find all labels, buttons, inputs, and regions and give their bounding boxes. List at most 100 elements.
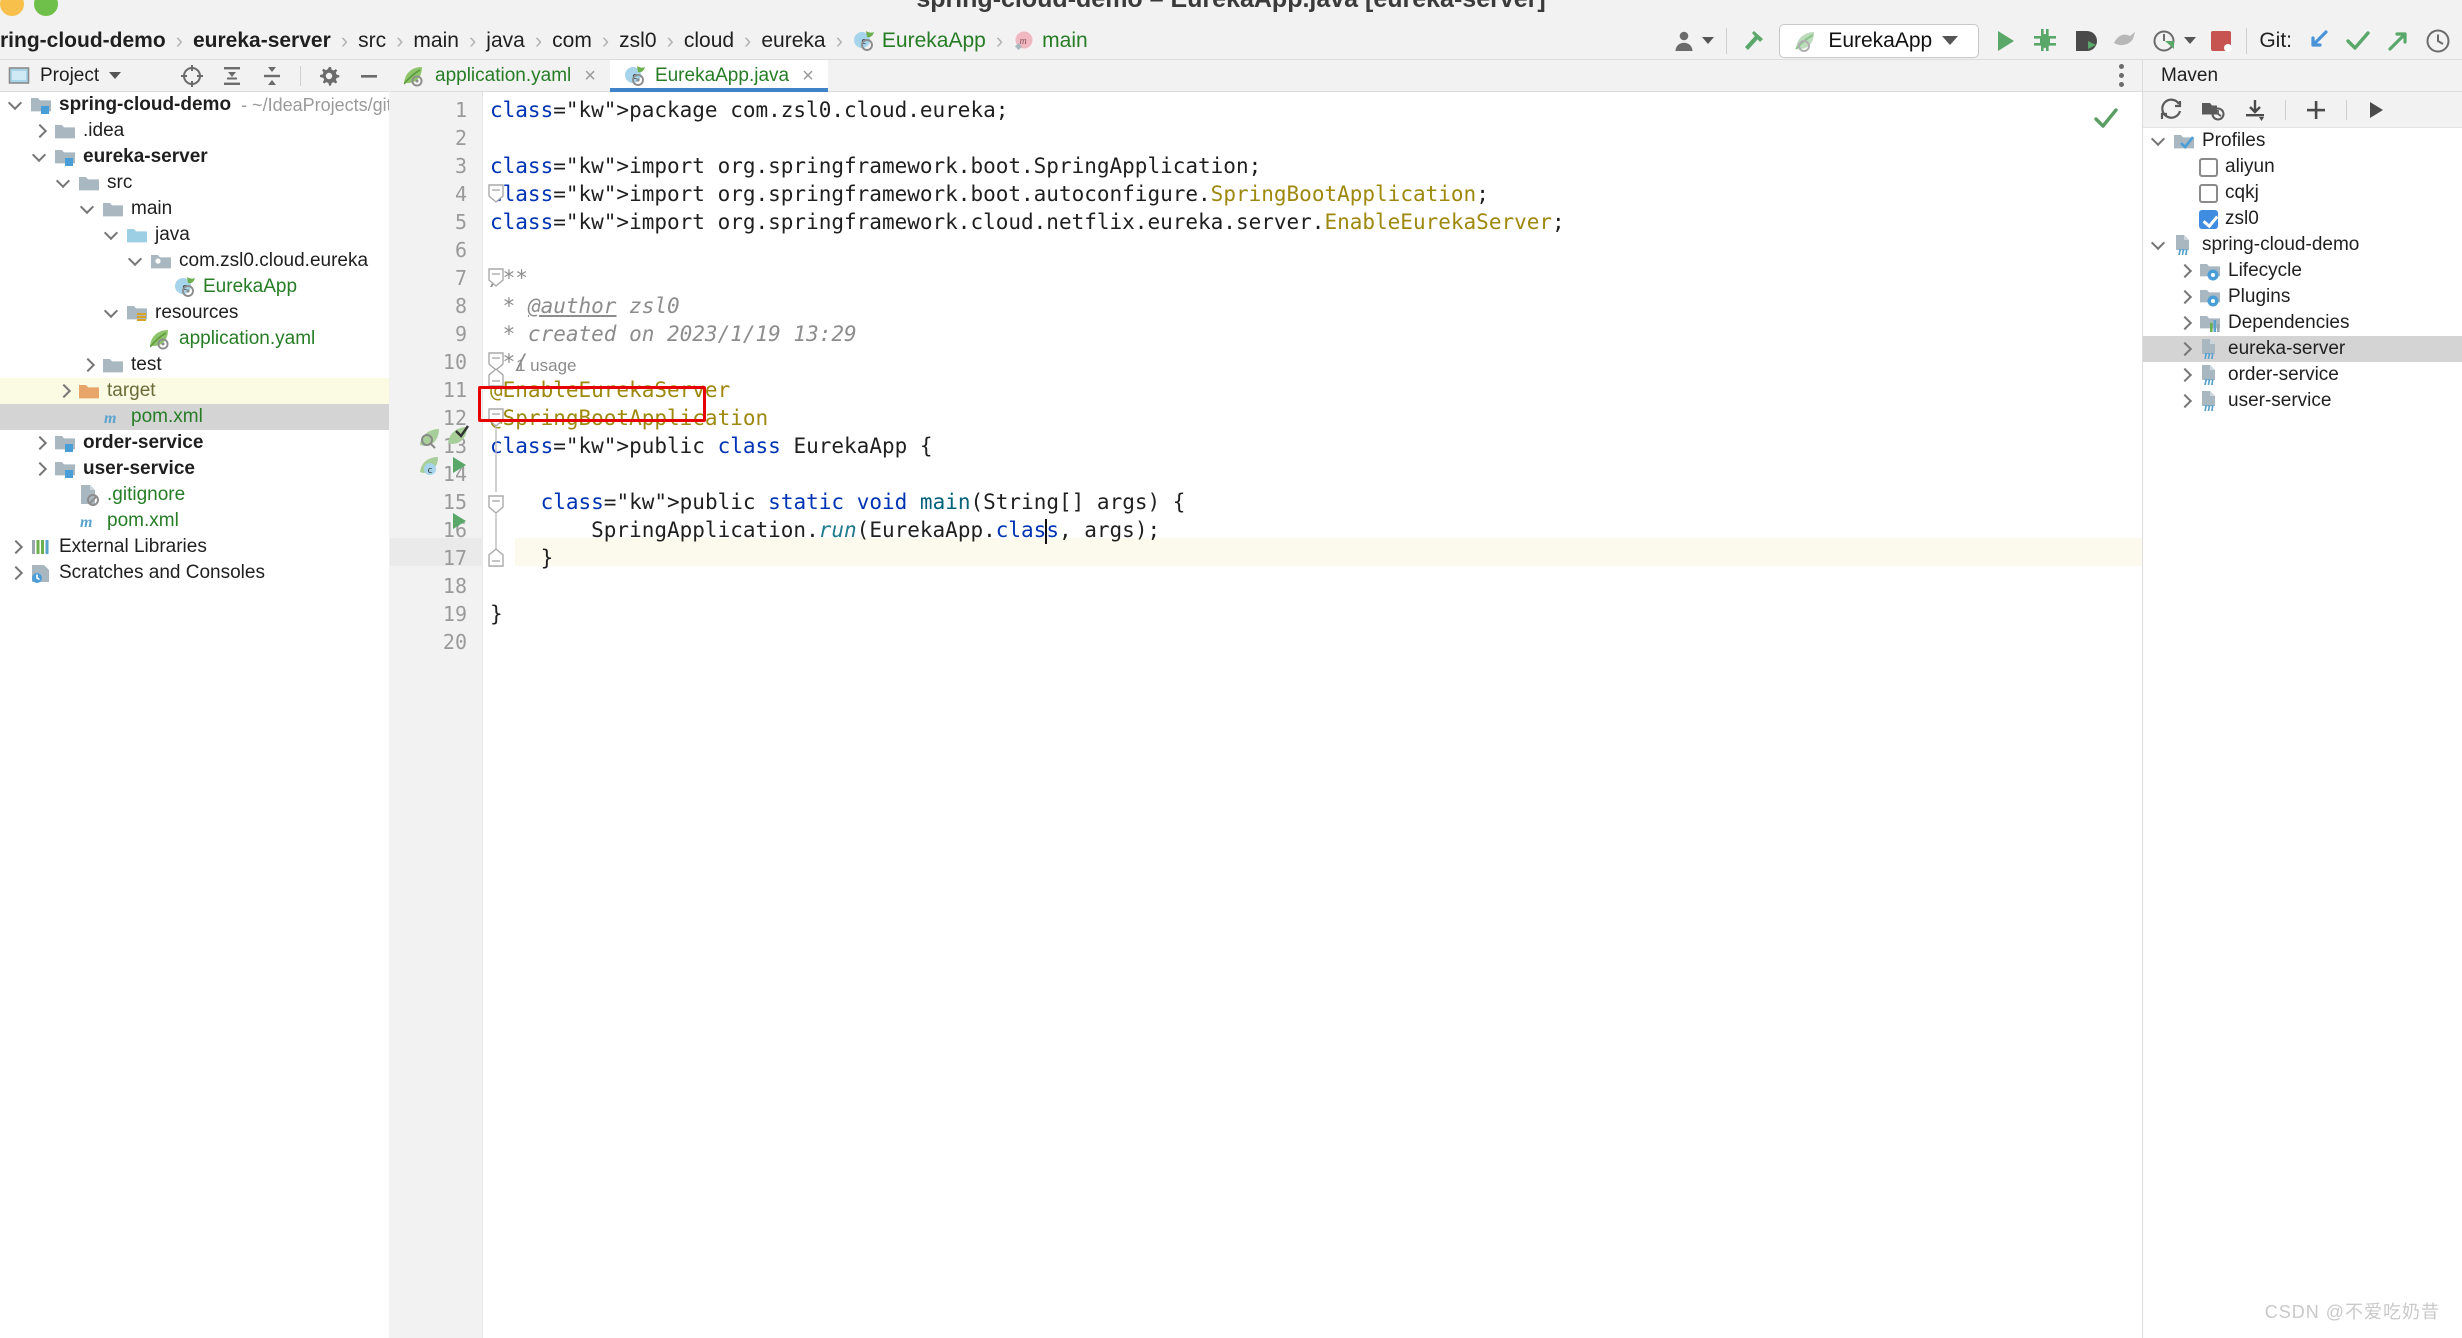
close-icon[interactable]: × <box>584 66 596 86</box>
chevron-down-icon[interactable] <box>80 201 96 217</box>
tree-node-order-service[interactable]: order-service <box>0 430 389 456</box>
code-line[interactable]: class="kw">import org.springframework.bo… <box>490 154 1261 178</box>
breadcrumb-item-com[interactable]: com <box>552 29 592 53</box>
breadcrumb-item-eureka-server[interactable]: eureka-server <box>193 29 331 53</box>
breadcrumb-item-ring-cloud-demo[interactable]: ring-cloud-demo <box>0 29 166 53</box>
tree-node-eurekaapp[interactable]: c EurekaApp <box>0 274 389 300</box>
maven-tree[interactable]: Profiles aliyun cqkj zsl0 m spring-cloud-demo… <box>2143 128 2462 1338</box>
code-line[interactable]: class="kw">public static void main(Strin… <box>490 490 1186 514</box>
chevron-down-icon[interactable] <box>128 253 144 269</box>
breadcrumb-item-cloud[interactable]: cloud <box>684 29 734 53</box>
tree-node-.idea[interactable]: .idea <box>0 118 389 144</box>
profile-checkbox[interactable] <box>2199 183 2218 203</box>
tree-node-application.yaml[interactable]: application.yaml <box>0 326 389 352</box>
code-line[interactable]: * @author zsl0 <box>490 294 680 318</box>
maven-node-profiles[interactable]: Profiles <box>2143 128 2462 154</box>
maven-node-aliyun[interactable]: aliyun <box>2143 154 2462 180</box>
code-line[interactable]: SpringApplication.run(EurekaApp.class, a… <box>490 518 1160 542</box>
user-avatar-icon[interactable] <box>1672 29 1715 53</box>
code-editor[interactable]: 1 class="kw">package com.zsl0.cloud.eurek… <box>390 92 2142 1338</box>
tree-node-scratches-and-consoles[interactable]: Scratches and Consoles <box>0 560 389 586</box>
git-history-icon[interactable] <box>2424 27 2452 55</box>
chevron-down-icon[interactable] <box>2151 133 2167 149</box>
spring-config-check-icon[interactable] <box>446 424 470 448</box>
settings-gear-icon[interactable] <box>317 64 341 88</box>
maven-node-order-service[interactable]: m order-service <box>2143 362 2462 388</box>
run-configuration-selector[interactable]: EurekaApp <box>1779 23 1980 58</box>
breadcrumb-item-java[interactable]: java <box>486 29 525 53</box>
tree-node-spring-cloud-demo[interactable]: spring-cloud-demo - ~/IdeaProjects/gitPro <box>0 92 389 118</box>
code-line[interactable]: class="kw">public class EurekaApp { <box>490 434 933 458</box>
maven-node-lifecycle[interactable]: Lifecycle <box>2143 258 2462 284</box>
profile-checkbox[interactable] <box>2199 209 2218 229</box>
code-line[interactable]: class="kw">import org.springframework.bo… <box>490 182 1489 206</box>
chevron-right-icon[interactable] <box>8 565 24 581</box>
tree-node-external-libraries[interactable]: External Libraries <box>0 534 389 560</box>
run-button[interactable] <box>1991 27 2019 55</box>
maven-node-dependencies[interactable]: Dependencies <box>2143 310 2462 336</box>
chevron-down-icon[interactable] <box>1942 36 1959 45</box>
breadcrumb-item-zsl0[interactable]: zsl0 <box>619 29 656 53</box>
profile-checkbox[interactable] <box>2199 157 2218 177</box>
maven-node-plugins[interactable]: Plugins <box>2143 284 2462 310</box>
breadcrumb-item-src[interactable]: src <box>358 29 386 53</box>
breadcrumb-item-eureka[interactable]: eureka <box>761 29 825 53</box>
stop-button[interactable] <box>2208 28 2234 54</box>
select-opened-file-icon[interactable] <box>180 64 204 88</box>
editor-tabs-more-button[interactable] <box>2100 60 2142 91</box>
code-line[interactable]: class="kw">package com.zsl0.cloud.eureka… <box>490 98 1008 122</box>
code-line[interactable]: * created on 2023/1/19 13:29 <box>490 322 857 346</box>
tree-node-com.zsl0.cloud.eureka[interactable]: com.zsl0.cloud.eureka <box>0 248 389 274</box>
chevron-right-icon[interactable] <box>2177 341 2193 357</box>
hammer-build-icon[interactable] <box>1739 27 1767 55</box>
tree-node-resources[interactable]: resources <box>0 300 389 326</box>
chevron-right-icon[interactable] <box>2177 367 2193 383</box>
editor-tab-application-yaml[interactable]: application.yaml × <box>390 60 610 91</box>
minimize-button[interactable] <box>0 0 24 16</box>
window-traffic-lights[interactable] <box>0 0 58 16</box>
tree-node-main[interactable]: main <box>0 196 389 222</box>
git-update-project-icon[interactable] <box>2304 27 2332 55</box>
run-green-triangle-icon[interactable] <box>448 454 470 476</box>
maven-node-user-service[interactable]: m user-service <box>2143 388 2462 414</box>
chevron-right-icon[interactable] <box>32 123 48 139</box>
add-icon[interactable] <box>2304 98 2328 122</box>
inlay-usage-hint[interactable]: 1 usage <box>516 356 577 376</box>
tree-node-.gitignore[interactable]: .gitignore <box>0 482 389 508</box>
tree-node-java[interactable]: java <box>0 222 389 248</box>
code-content[interactable]: 1 class="kw">package com.zsl0.cloud.eurek… <box>390 92 2142 1338</box>
chevron-right-icon[interactable] <box>2177 315 2193 331</box>
code-line[interactable]: class="kw">import org.springframework.cl… <box>490 210 1565 234</box>
maximize-button[interactable] <box>34 0 58 16</box>
chevron-right-icon[interactable] <box>2177 393 2193 409</box>
debug-button[interactable] <box>2031 27 2059 55</box>
chevron-right-icon[interactable] <box>32 461 48 477</box>
chevron-down-icon[interactable] <box>8 97 24 113</box>
chevron-down-icon[interactable] <box>104 305 120 321</box>
tree-node-user-service[interactable]: user-service <box>0 456 389 482</box>
maven-node-spring-cloud-demo[interactable]: m spring-cloud-demo <box>2143 232 2462 258</box>
tree-node-pom.xml[interactable]: m pom.xml <box>0 404 389 430</box>
profiler-button[interactable] <box>2111 27 2139 55</box>
chevron-down-icon[interactable] <box>32 149 48 165</box>
git-push-icon[interactable] <box>2384 27 2412 55</box>
download-sources-icon[interactable] <box>2243 98 2267 122</box>
maven-node-eureka-server[interactable]: m eureka-server <box>2143 336 2462 362</box>
chevron-down-icon[interactable] <box>104 227 120 243</box>
git-commit-icon[interactable] <box>2344 27 2372 55</box>
spring-bean-search-icon[interactable] <box>418 426 442 450</box>
run-method-green-triangle-icon[interactable] <box>448 510 470 532</box>
breadcrumb-item-main[interactable]: main <box>413 29 459 53</box>
chevron-right-icon[interactable] <box>32 435 48 451</box>
chevron-right-icon[interactable] <box>2177 263 2193 279</box>
chevron-right-icon[interactable] <box>8 539 24 555</box>
chevron-right-icon[interactable] <box>80 357 96 373</box>
code-folding-markers[interactable] <box>486 92 508 1338</box>
chevron-down-icon[interactable] <box>56 175 72 191</box>
profiler-dropdown[interactable] <box>2151 27 2197 55</box>
tree-node-pom.xml[interactable]: m pom.xml <box>0 508 389 534</box>
project-tree[interactable]: spring-cloud-demo - ~/IdeaProjects/gitPro… <box>0 92 389 1338</box>
chevron-down-icon[interactable] <box>2151 237 2167 253</box>
add-maven-project-icon[interactable] <box>2201 98 2225 122</box>
run-with-coverage-button[interactable] <box>2071 27 2099 55</box>
